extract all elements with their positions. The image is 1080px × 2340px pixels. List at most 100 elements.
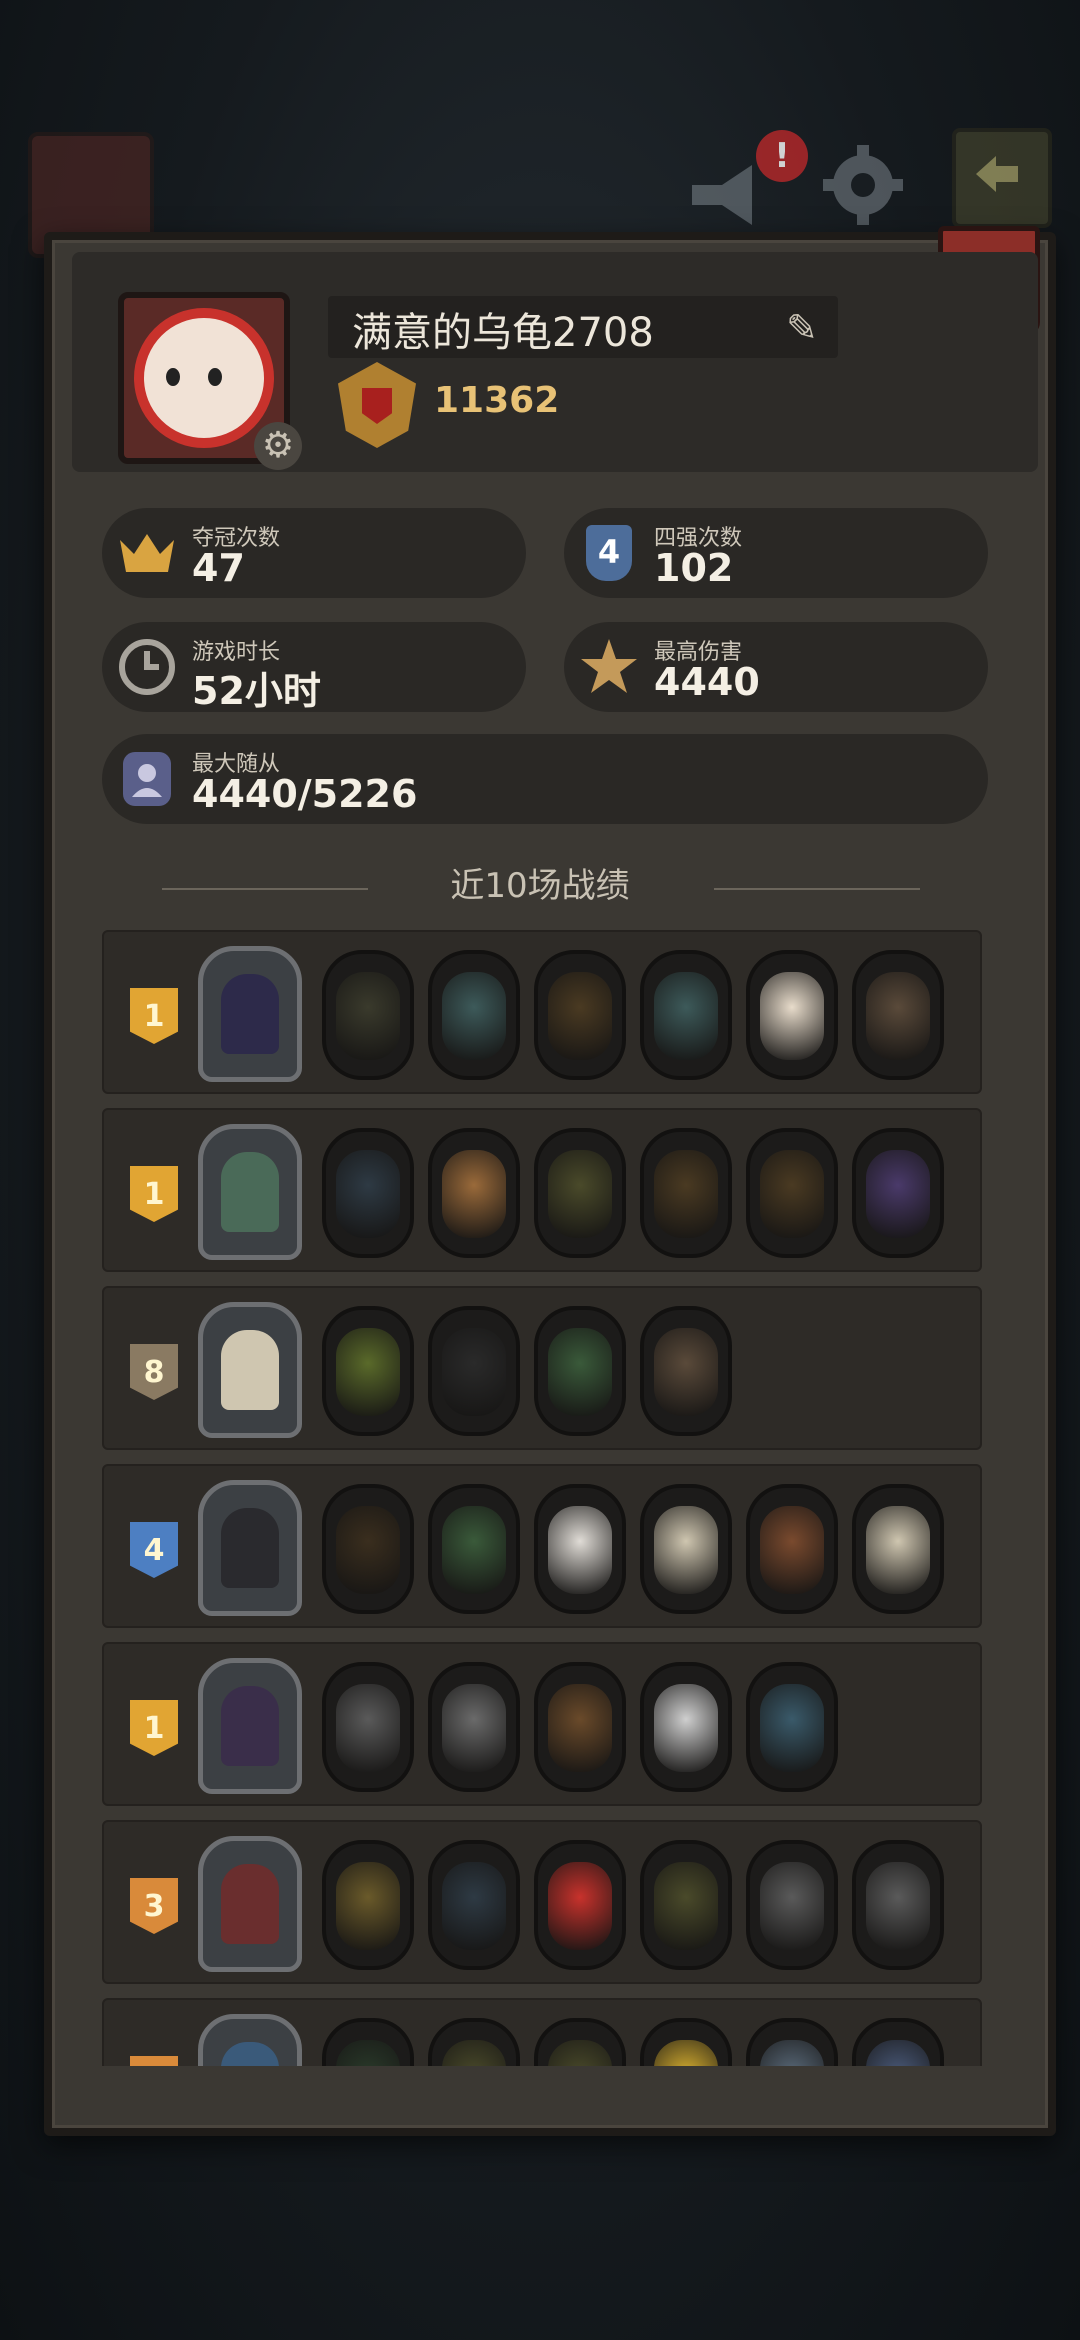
hero-portrait[interactable] bbox=[198, 1658, 302, 1794]
top-bar: ! bbox=[0, 120, 1080, 258]
hero-portrait[interactable] bbox=[198, 1480, 302, 1616]
recent-matches-title: 近10场战绩 bbox=[450, 866, 630, 906]
minion-art bbox=[866, 972, 930, 1060]
minion-art bbox=[442, 1506, 506, 1594]
hero-art bbox=[221, 1864, 279, 1944]
edit-name-icon[interactable]: ✎ bbox=[786, 306, 818, 350]
notification-badge: ! bbox=[756, 130, 808, 182]
stat-max-damage: 最高伤害 4440 bbox=[564, 622, 988, 712]
minion-card[interactable] bbox=[534, 2018, 626, 2066]
match-row[interactable] bbox=[102, 1998, 982, 2066]
minion-card[interactable] bbox=[852, 1128, 944, 1258]
hero-portrait[interactable] bbox=[198, 2014, 302, 2066]
hero-portrait[interactable] bbox=[198, 946, 302, 1082]
minion-art bbox=[336, 1862, 400, 1950]
minion-art bbox=[336, 2040, 400, 2066]
minion-card[interactable] bbox=[534, 1306, 626, 1436]
stat-value: 47 bbox=[192, 546, 245, 590]
minion-card[interactable] bbox=[534, 1662, 626, 1792]
match-row[interactable]: 1 bbox=[102, 930, 982, 1094]
minion-card[interactable] bbox=[852, 1840, 944, 1970]
placement-badge: 1 bbox=[130, 1166, 178, 1222]
hero-portrait[interactable] bbox=[198, 1836, 302, 1972]
minion-card[interactable] bbox=[322, 1840, 414, 1970]
minion-art bbox=[760, 1684, 824, 1772]
minion-card[interactable] bbox=[640, 1306, 732, 1436]
minion-card[interactable] bbox=[322, 1128, 414, 1258]
match-row[interactable]: 8 bbox=[102, 1286, 982, 1450]
minion-art bbox=[654, 2040, 718, 2066]
stat-max-followers: 最大随从 4440/5226 bbox=[102, 734, 988, 824]
minion-card[interactable] bbox=[428, 1840, 520, 1970]
minion-card[interactable] bbox=[640, 1484, 732, 1614]
minion-art bbox=[336, 1506, 400, 1594]
minion-art bbox=[442, 1862, 506, 1950]
minion-card[interactable] bbox=[534, 1128, 626, 1258]
minion-art bbox=[654, 1150, 718, 1238]
minion-card[interactable] bbox=[746, 950, 838, 1080]
minion-card[interactable] bbox=[640, 1662, 732, 1792]
minion-art bbox=[654, 1684, 718, 1772]
minion-card[interactable] bbox=[322, 2018, 414, 2066]
minion-art bbox=[760, 972, 824, 1060]
minion-card[interactable] bbox=[852, 2018, 944, 2066]
minion-art bbox=[654, 972, 718, 1060]
minion-card[interactable] bbox=[852, 950, 944, 1080]
back-arrow-icon bbox=[976, 156, 1018, 192]
match-row[interactable]: 1 bbox=[102, 1108, 982, 1272]
minion-card[interactable] bbox=[534, 950, 626, 1080]
minion-card[interactable] bbox=[534, 1840, 626, 1970]
minion-card[interactable] bbox=[322, 1484, 414, 1614]
minion-card[interactable] bbox=[428, 2018, 520, 2066]
minion-card[interactable] bbox=[746, 1662, 838, 1792]
minion-card[interactable] bbox=[428, 950, 520, 1080]
minion-card[interactable] bbox=[852, 1484, 944, 1614]
minion-art bbox=[442, 1328, 506, 1416]
minion-card[interactable] bbox=[428, 1662, 520, 1792]
hero-art bbox=[221, 1152, 279, 1232]
minion-card[interactable] bbox=[746, 1128, 838, 1258]
minion-art bbox=[548, 1506, 612, 1594]
minion-card[interactable] bbox=[428, 1128, 520, 1258]
placement-badge: 4 bbox=[130, 1522, 178, 1578]
stat-playtime: 游戏时长 52小时 bbox=[102, 622, 526, 713]
minion-card[interactable] bbox=[640, 1840, 732, 1970]
minion-card[interactable] bbox=[322, 1306, 414, 1436]
hero-art bbox=[221, 1508, 279, 1588]
top4-shield-icon: 4 bbox=[578, 522, 640, 584]
minion-art bbox=[336, 1150, 400, 1238]
exit-button[interactable] bbox=[952, 128, 1052, 228]
hero-portrait[interactable] bbox=[198, 1124, 302, 1260]
avatar-settings-icon[interactable]: ⚙ bbox=[254, 422, 302, 470]
match-row[interactable]: 3 bbox=[102, 1820, 982, 1984]
minion-card[interactable] bbox=[322, 950, 414, 1080]
hero-art bbox=[221, 1330, 279, 1410]
minion-card[interactable] bbox=[640, 1128, 732, 1258]
minion-card[interactable] bbox=[322, 1662, 414, 1792]
minion-art bbox=[548, 1150, 612, 1238]
minion-art bbox=[548, 972, 612, 1060]
match-history-list[interactable]: 1 1 8 4 1 3 bbox=[102, 930, 984, 2066]
minion-art bbox=[442, 1150, 506, 1238]
minion-card[interactable] bbox=[746, 1484, 838, 1614]
gear-icon[interactable] bbox=[818, 140, 908, 230]
stat-top4: 4 四强次数 102 bbox=[564, 508, 988, 598]
minion-card[interactable] bbox=[428, 1306, 520, 1436]
minion-card[interactable] bbox=[746, 1840, 838, 1970]
match-row[interactable]: 4 bbox=[102, 1464, 982, 1628]
placement-badge: 8 bbox=[130, 1344, 178, 1400]
minion-card[interactable] bbox=[534, 1484, 626, 1614]
stat-championships: 夺冠次数 47 bbox=[102, 508, 526, 598]
minion-art bbox=[336, 1328, 400, 1416]
minion-card[interactable] bbox=[746, 2018, 838, 2066]
minion-card[interactable] bbox=[640, 950, 732, 1080]
match-row[interactable]: 1 bbox=[102, 1642, 982, 1806]
hero-art bbox=[221, 2042, 279, 2066]
hero-portrait[interactable] bbox=[198, 1302, 302, 1438]
minion-card[interactable] bbox=[640, 2018, 732, 2066]
player-name: 满意的乌龟2708 bbox=[352, 310, 654, 356]
minion-art bbox=[548, 1684, 612, 1772]
minion-card[interactable] bbox=[428, 1484, 520, 1614]
minion-art bbox=[442, 972, 506, 1060]
minion-art bbox=[548, 1328, 612, 1416]
